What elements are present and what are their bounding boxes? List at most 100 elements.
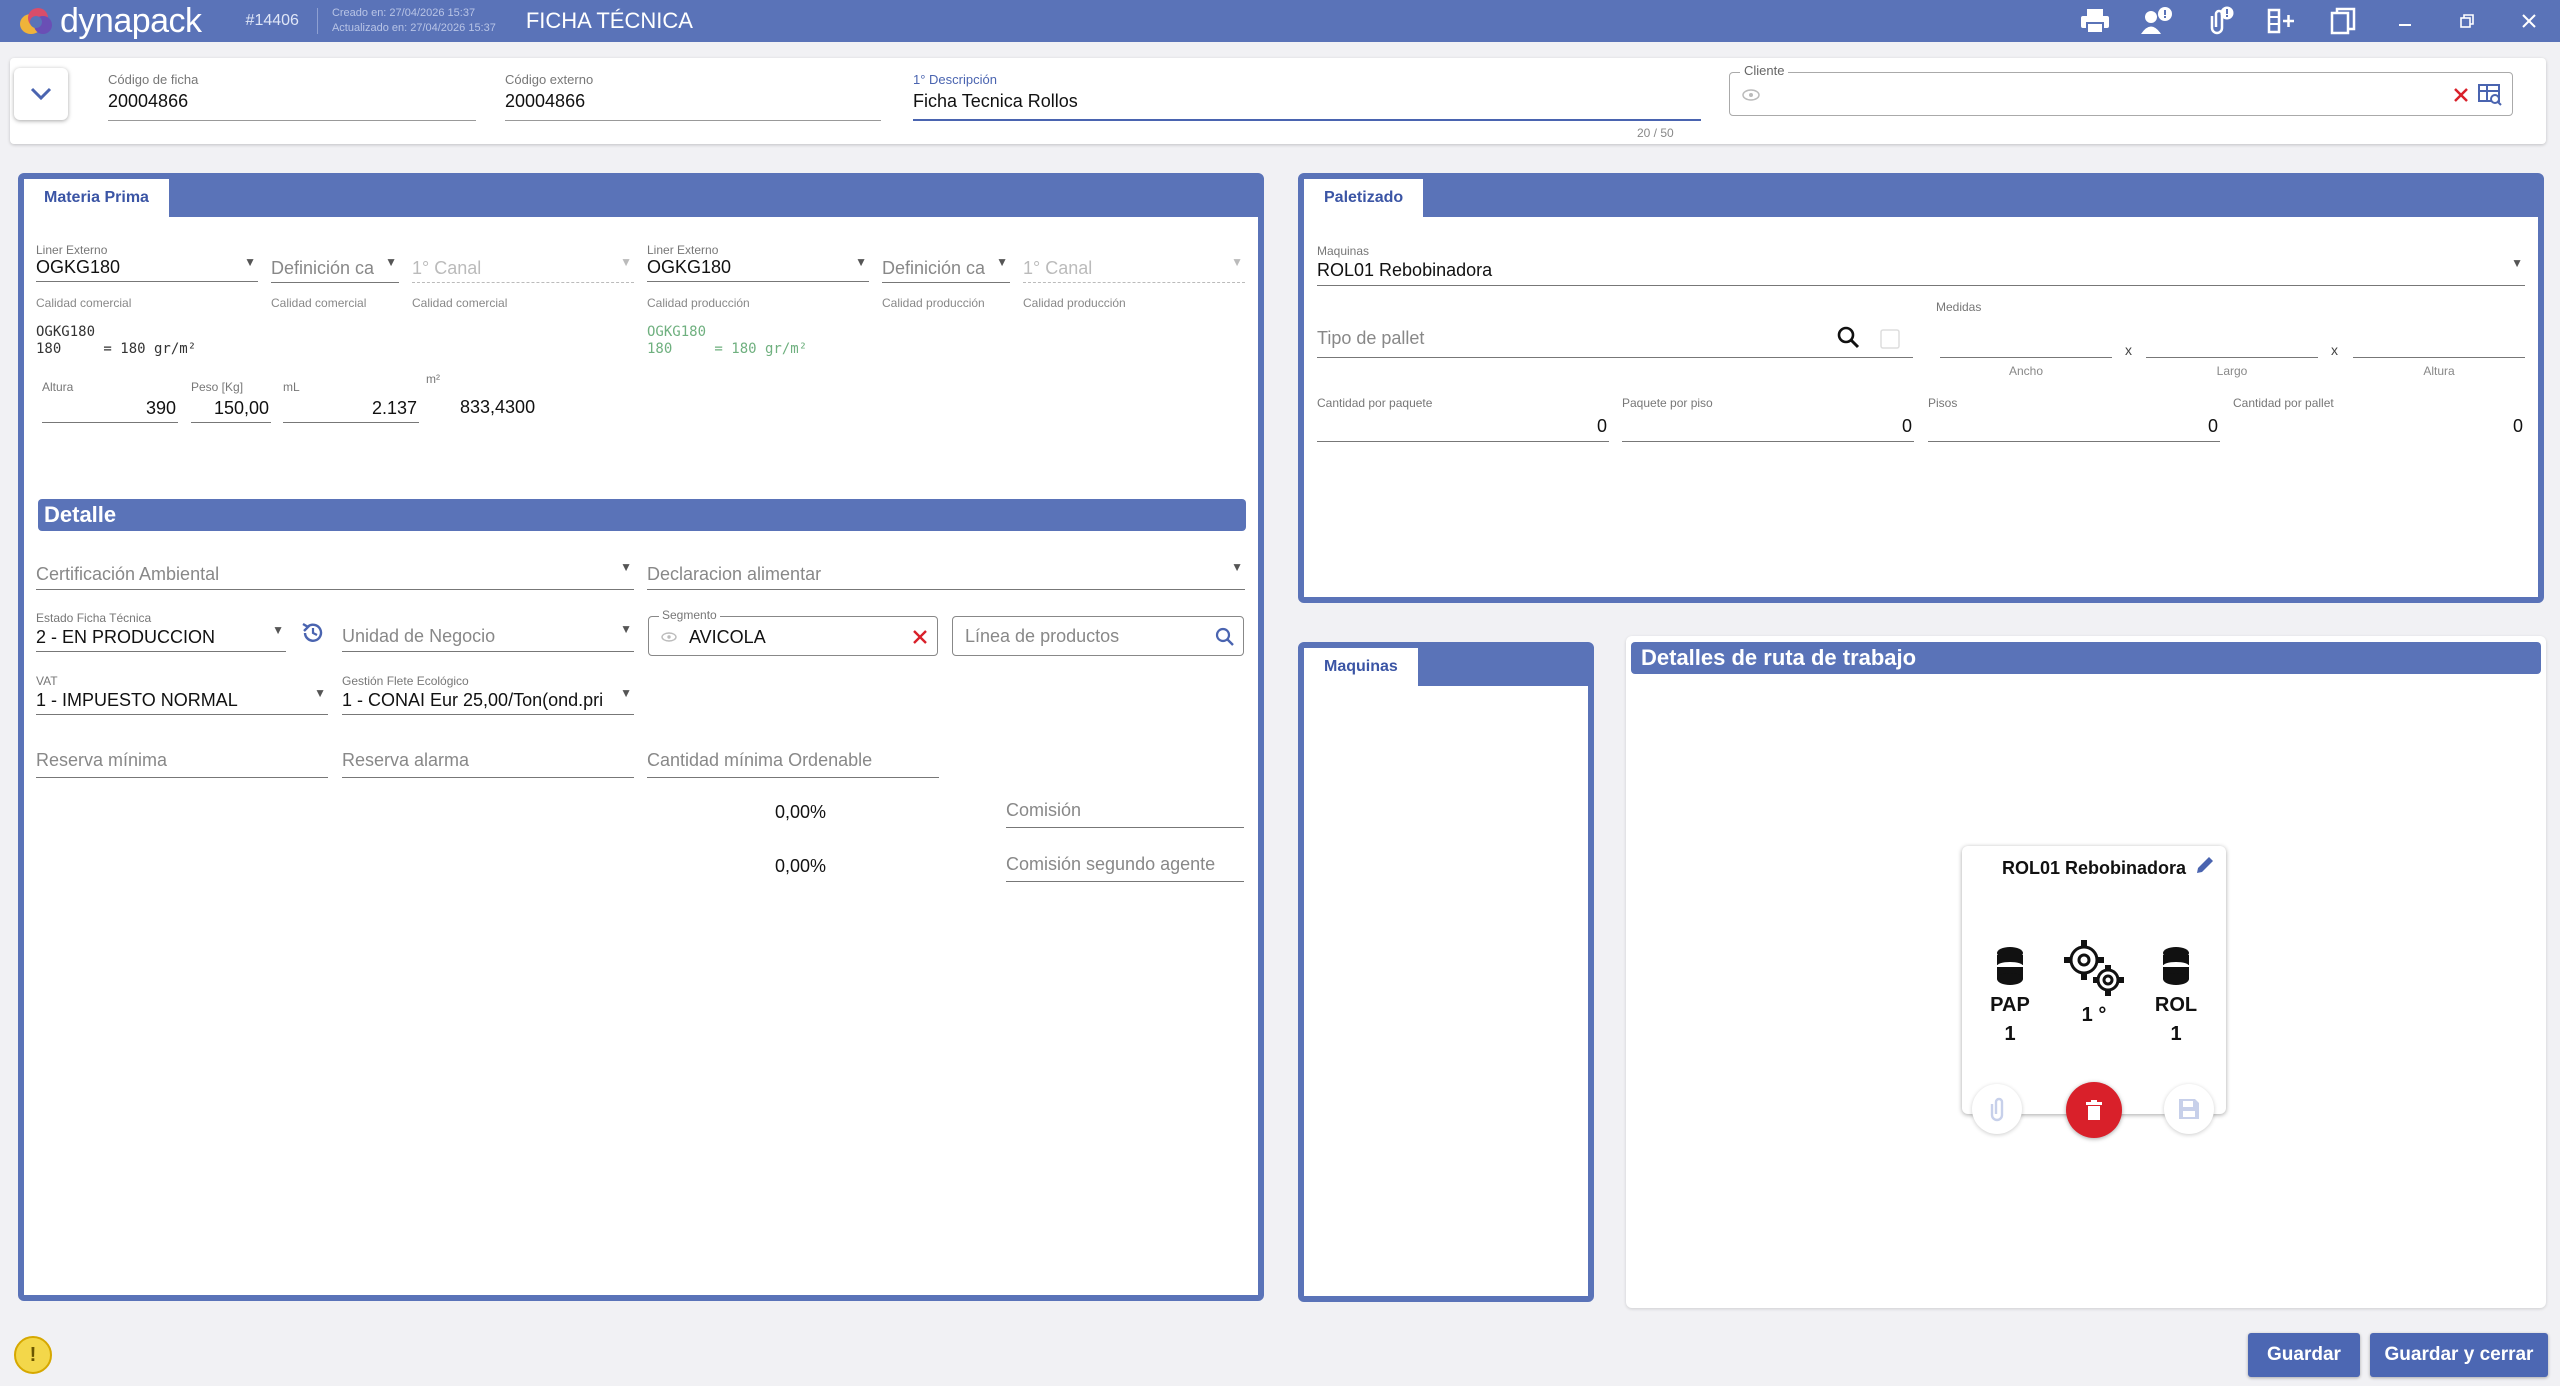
descripcion-value[interactable]: Ficha Tecnica Rollos xyxy=(913,91,1701,121)
guardar-button[interactable]: Guardar xyxy=(2248,1333,2360,1377)
altura-value[interactable]: 390 xyxy=(42,394,178,423)
cantidad-paquete-value[interactable]: 0 xyxy=(1317,410,1609,442)
collapse-toggle-button[interactable] xyxy=(14,68,68,120)
logo-text: dynapack xyxy=(60,1,202,40)
pisos-label: Pisos xyxy=(1928,396,1958,410)
edit-icon[interactable] xyxy=(2194,854,2216,876)
dropdown-arrow-icon: ▼ xyxy=(620,686,632,700)
created-date: Creado en: 27/04/2026 15:37 xyxy=(331,7,476,19)
peso-label: Peso [Kg] xyxy=(191,380,244,394)
clear-icon[interactable] xyxy=(2452,86,2470,104)
pisos-field[interactable]: Pisos 0 xyxy=(1928,396,2220,442)
guardar-cerrar-button[interactable]: Guardar y cerrar xyxy=(2370,1333,2548,1377)
segmento-field[interactable]: Segmento AVICOLA xyxy=(648,608,938,656)
estado-ficha-select[interactable]: Estado Ficha Técnica 2 - EN PRODUCCION ▼ xyxy=(36,611,286,657)
input-material-count: 1 xyxy=(2004,1023,2016,1045)
linea-productos-field[interactable]: Línea de productos xyxy=(952,616,1244,656)
copy-icon[interactable] xyxy=(2312,0,2374,42)
attach-button[interactable] xyxy=(1972,1084,2022,1134)
record-dates: Creado en: 27/04/2026 15:37 Actualizado … xyxy=(332,6,496,36)
unidad-negocio-select[interactable]: Unidad de Negocio ▼ xyxy=(342,622,634,658)
paquete-piso-field[interactable]: Paquete por piso 0 xyxy=(1622,396,1914,442)
altura-pallet-field[interactable]: Altura xyxy=(2353,322,2525,378)
codigo-externo-field[interactable]: Código externo 20004866 xyxy=(505,72,881,121)
liner-spec-1: OGKG180 180 = 180 gr/m² xyxy=(36,324,196,358)
detalle-section-header: Detalle xyxy=(38,499,1246,531)
cantidad-minima-field[interactable]: Cantidad mínima Ordenable xyxy=(647,750,939,778)
tab-maquinas[interactable]: Maquinas xyxy=(1304,648,1418,686)
descripcion-field[interactable]: 1° Descripción Ficha Tecnica Rollos xyxy=(913,72,1701,121)
ancho-field[interactable]: Ancho xyxy=(1940,322,2112,378)
liner-spec-weight: 180 = 180 gr/m² xyxy=(36,341,197,357)
canal-value: 1° Canal xyxy=(1023,258,1245,283)
calidad-produccion-hint: Calidad producción xyxy=(882,296,985,310)
liner-externo-label: Liner Externo xyxy=(36,243,108,257)
machine-card[interactable]: ROL01 Rebobinadora PAP 1 1 ° ROL 1 xyxy=(1962,846,2226,1114)
restore-icon[interactable] xyxy=(2436,0,2498,42)
canal-produccion-select[interactable]: 1° Canal ▼ xyxy=(1023,255,1245,290)
tab-paletizado[interactable]: Paletizado xyxy=(1304,179,1424,217)
tab-materia-prima[interactable]: Materia Prima xyxy=(24,179,169,217)
calidad-produccion-hint: Calidad producción xyxy=(647,296,750,310)
close-icon[interactable] xyxy=(2498,0,2560,42)
tipo-pallet-field[interactable]: Tipo de pallet xyxy=(1317,326,1913,358)
calidad-comercial-hint: Calidad comercial xyxy=(271,296,367,310)
chevron-down-icon xyxy=(30,87,52,101)
maquinas-select[interactable]: Maquinas ROL01 Rebobinadora ▼ xyxy=(1317,244,2525,290)
minimize-icon[interactable] xyxy=(2374,0,2436,42)
largo-field[interactable]: Largo xyxy=(2146,322,2318,378)
search-icon[interactable] xyxy=(1215,627,1235,647)
comision-segundo-placeholder: Comisión segundo agente xyxy=(1006,854,1244,882)
dropdown-arrow-icon: ▼ xyxy=(855,255,867,269)
table-search-icon[interactable] xyxy=(2478,84,2502,106)
liner-externo-produccion-select[interactable]: Liner Externo OGKG180 ▼ xyxy=(647,243,869,289)
attachment-alert-icon[interactable] xyxy=(2188,0,2250,42)
attachment-icon xyxy=(1990,1097,2004,1122)
definicion-ca-select[interactable]: Definición ca ▼ xyxy=(271,255,399,290)
cantidad-paquete-field[interactable]: Cantidad por paquete 0 xyxy=(1317,396,1609,442)
print-icon[interactable] xyxy=(2064,0,2126,42)
ml-value[interactable]: 2.137 xyxy=(283,394,419,423)
codigo-externo-value[interactable]: 20004866 xyxy=(505,91,881,121)
codigo-ficha-field[interactable]: Código de ficha 20004866 xyxy=(108,72,476,121)
reserva-alarma-field[interactable]: Reserva alarma xyxy=(342,750,634,778)
comision-field[interactable]: Comisión xyxy=(1006,800,1244,828)
comision-segundo-field[interactable]: Comisión segundo agente xyxy=(1006,854,1244,882)
segmento-label: Segmento xyxy=(659,608,720,622)
canal-select[interactable]: 1° Canal ▼ xyxy=(412,255,634,290)
tipo-pallet-placeholder: Tipo de pallet xyxy=(1317,328,1913,358)
altura-input[interactable] xyxy=(2353,322,2525,358)
definicion-ca-produccion-select[interactable]: Definición ca ▼ xyxy=(882,255,1010,290)
warning-icon[interactable]: ! xyxy=(14,1336,52,1374)
ancho-input[interactable] xyxy=(1940,322,2112,358)
add-column-icon[interactable] xyxy=(2250,0,2312,42)
updated-date: Actualizado en: 27/04/2026 15:37 xyxy=(331,22,496,34)
pisos-value[interactable]: 0 xyxy=(1928,410,2220,442)
liner-externo-select[interactable]: Liner Externo OGKG180 ▼ xyxy=(36,243,258,289)
input-material-column: PAP 1 xyxy=(1984,946,2036,1046)
delete-button[interactable] xyxy=(2066,1082,2122,1138)
largo-input[interactable] xyxy=(2146,322,2318,358)
checkbox-icon[interactable] xyxy=(1879,328,1901,350)
liner-externo-value: OGKG180 xyxy=(36,257,258,282)
vat-select[interactable]: VAT 1 - IMPUESTO NORMAL ▼ xyxy=(36,674,328,720)
peso-field[interactable]: Peso [Kg] 150,00 xyxy=(191,380,271,423)
users-alert-icon[interactable] xyxy=(2126,0,2188,42)
save-card-button[interactable] xyxy=(2164,1084,2214,1134)
gestion-flete-select[interactable]: Gestión Flete Ecológico 1 - CONAI Eur 25… xyxy=(342,674,634,720)
history-icon[interactable] xyxy=(300,620,326,646)
search-icon[interactable] xyxy=(1837,326,1861,350)
altura-field[interactable]: Altura 390 xyxy=(42,380,178,423)
certificacion-ambiental-select[interactable]: Certificación Ambiental ▼ xyxy=(36,560,634,594)
peso-value[interactable]: 150,00 xyxy=(191,394,271,423)
codigo-ficha-value[interactable]: 20004866 xyxy=(108,91,476,121)
record-id: #14406 xyxy=(245,12,299,29)
reserva-minima-field[interactable]: Reserva mínima xyxy=(36,750,328,778)
ml-field[interactable]: mL 2.137 xyxy=(283,380,419,423)
codigo-ficha-label: Código de ficha xyxy=(108,72,199,87)
declaracion-alimentar-select[interactable]: Declaracion alimentar ▼ xyxy=(647,560,1245,594)
clear-icon[interactable] xyxy=(911,628,929,646)
paquete-piso-value[interactable]: 0 xyxy=(1622,410,1914,442)
liner-spec-weight: 180 = 180 gr/m² xyxy=(647,341,808,357)
cliente-field[interactable]: Cliente xyxy=(1729,63,2513,116)
